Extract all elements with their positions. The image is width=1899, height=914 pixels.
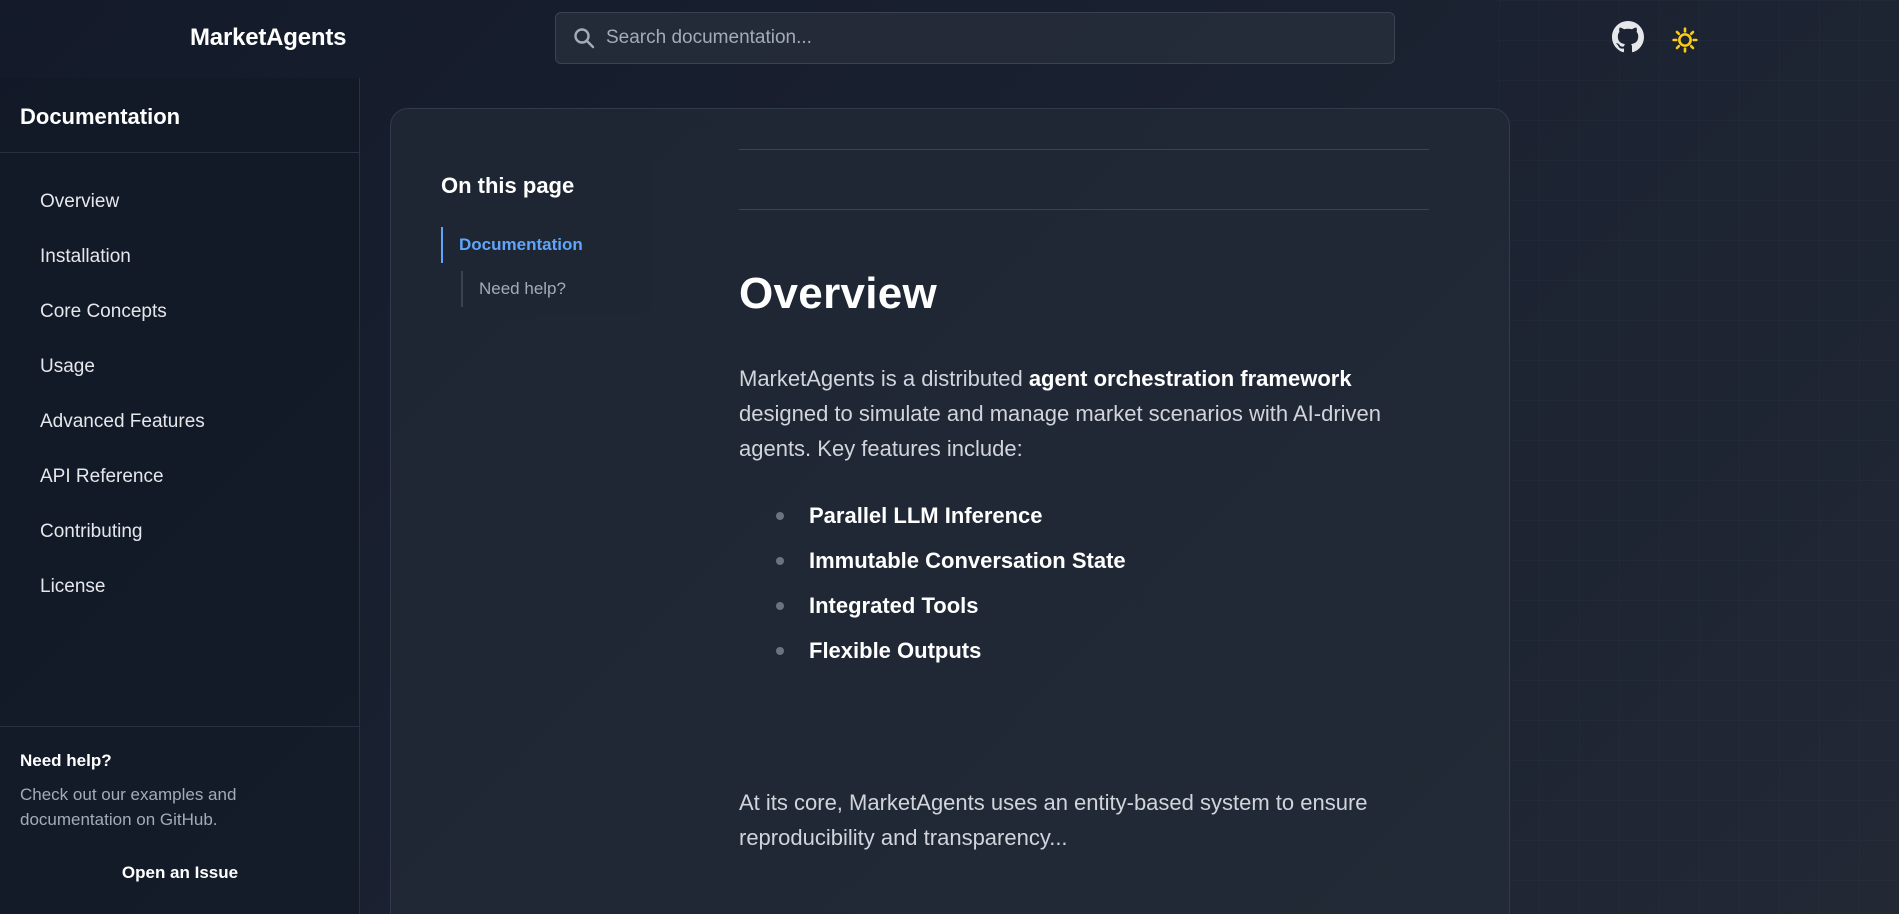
intro-text: MarketAgents is a distributed	[739, 366, 1029, 391]
feature-label: Flexible Outputs	[809, 637, 982, 663]
toc-item-documentation[interactable]: Documentation	[441, 227, 583, 263]
help-text: Check out our examples and documentation…	[20, 785, 237, 829]
sidebar-item-contributing[interactable]: Contributing	[0, 504, 360, 559]
toc-title: On this page	[441, 173, 575, 198]
sidebar-item-license[interactable]: License	[0, 559, 360, 614]
list-item: Parallel LLM Inference	[739, 493, 1429, 538]
feature-label: Immutable Conversation State	[809, 547, 1126, 573]
github-icon[interactable]	[1612, 21, 1644, 53]
divider	[739, 149, 1429, 150]
help-section: Need help? Check out our examples and do…	[0, 726, 360, 914]
search-icon	[572, 26, 596, 50]
toc-item-need-help[interactable]: Need help?	[461, 271, 566, 307]
search-input[interactable]	[606, 27, 1366, 49]
sun-icon[interactable]	[1672, 27, 1698, 53]
feature-label: Integrated Tools	[809, 592, 979, 618]
page-title: Overview	[739, 269, 938, 318]
sidebar-item-core-concepts[interactable]: Core Concepts	[0, 284, 360, 339]
divider	[739, 209, 1429, 210]
intro-text-continued: designed to simulate and manage market s…	[739, 401, 1382, 461]
divider	[0, 152, 360, 153]
search-box[interactable]	[555, 12, 1395, 64]
background-grid	[1499, 0, 1899, 914]
top-bar: MarketAgents	[0, 0, 1899, 78]
sidebar-item-usage[interactable]: Usage	[0, 339, 360, 394]
help-title: Need help?	[20, 751, 112, 770]
feature-list: Parallel LLM Inference Immutable Convers…	[739, 493, 1429, 673]
open-issue-link[interactable]: Open an Issue	[0, 863, 360, 883]
brand-logo[interactable]: MarketAgents	[190, 24, 347, 52]
content-card: On this page Documentation Need help? Ov…	[390, 108, 1510, 914]
intro-bold-text: agent orchestration framework	[1028, 366, 1352, 391]
bullet-icon	[776, 511, 784, 520]
sidebar-item-overview[interactable]: Overview	[0, 174, 360, 229]
list-item: Integrated Tools	[739, 583, 1429, 628]
core-paragraph: At its core, MarketAgents uses an entity…	[739, 790, 1368, 850]
table-of-contents: On this page Documentation Need help?	[431, 149, 651, 314]
feature-label: Parallel LLM Inference	[809, 502, 1043, 528]
sidebar: Documentation Overview Installation Core…	[0, 78, 360, 914]
sidebar-title: Documentation	[20, 104, 181, 129]
sidebar-item-installation[interactable]: Installation	[0, 229, 360, 284]
bullet-icon	[776, 556, 784, 565]
list-item: Flexible Outputs	[739, 628, 1429, 673]
sidebar-item-api-reference[interactable]: API Reference	[0, 449, 360, 504]
bullet-icon	[776, 601, 784, 610]
intro-paragraph: MarketAgents is a distributed agent orch…	[739, 361, 1429, 466]
sidebar-item-advanced-features[interactable]: Advanced Features	[0, 394, 360, 449]
sidebar-nav: Overview Installation Core Concepts Usag…	[0, 174, 360, 614]
bullet-icon	[776, 646, 784, 655]
list-item: Immutable Conversation State	[739, 538, 1429, 583]
